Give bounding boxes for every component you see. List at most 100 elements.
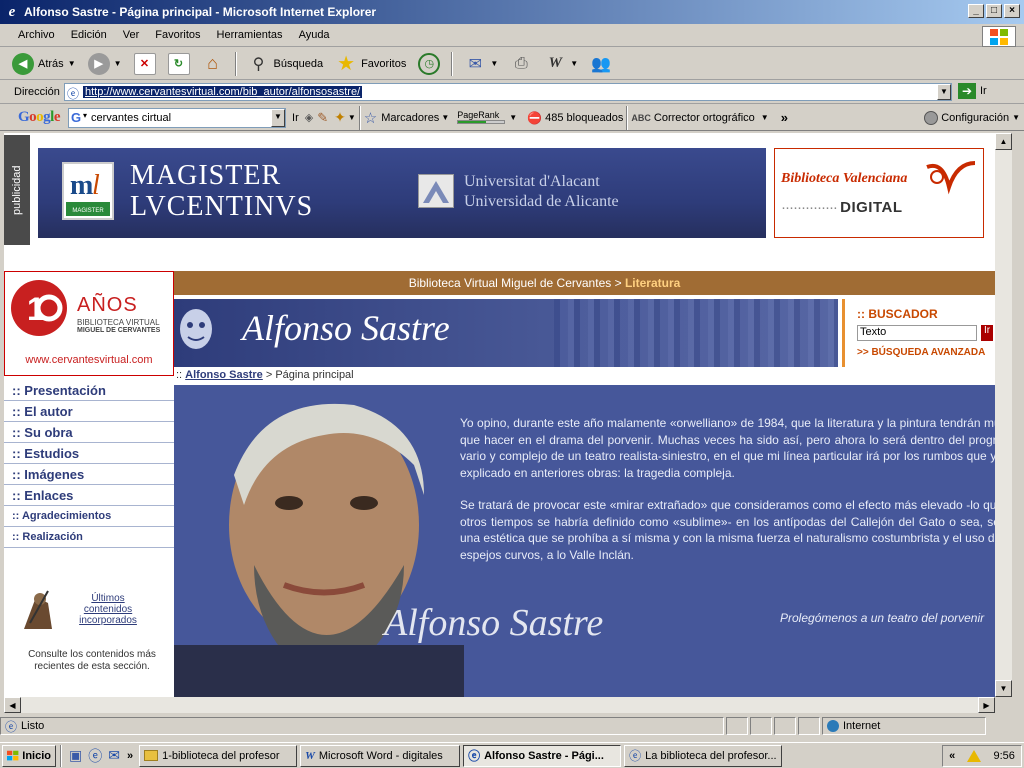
menu-ver[interactable]: Ver	[115, 29, 148, 41]
news-icon[interactable]: ✎	[317, 110, 328, 126]
spellcheck-button[interactable]: Corrector ortográfico	[654, 112, 755, 124]
home-button[interactable]: ⌂	[198, 50, 228, 78]
settings-button[interactable]: Configuración ▼	[924, 110, 1020, 125]
status-bar: ⓔ Listo Internet	[0, 715, 1024, 737]
messenger-icon: 👥	[591, 55, 612, 73]
scroll-up-button[interactable]: ▲	[995, 133, 1012, 150]
magister-title-line-1: MAGISTER	[130, 160, 282, 191]
author-portrait-image	[174, 385, 464, 697]
mail-button[interactable]: ✉ ▼	[460, 50, 502, 78]
messenger-button[interactable]: 👥	[586, 50, 616, 78]
google-search-dropdown[interactable]: ▼	[271, 108, 286, 127]
maximize-button[interactable]: □	[986, 4, 1002, 18]
taskbar-item-folder[interactable]: 1-biblioteca del profesor	[139, 744, 298, 767]
novedades-link[interactable]: Últimos contenidos incorporados	[68, 593, 148, 626]
nav-presentacion[interactable]: :: Presentación	[4, 380, 174, 401]
show-desktop-icon[interactable]: ▣	[69, 747, 82, 764]
ten-years-logo-icon: 1	[11, 280, 67, 336]
anos-label: AÑOS	[77, 294, 138, 316]
bvd-banner[interactable]: Biblioteca Valenciana ·············· DIG…	[774, 148, 984, 238]
history-button[interactable]: ◷	[414, 50, 444, 78]
popup-icon[interactable]: ✦	[334, 109, 346, 126]
address-input[interactable]: ⓔ http://www.cervantesvirtual.com/bib_au…	[64, 83, 952, 101]
site-url-link[interactable]: www.cervantesvirtual.com	[5, 354, 173, 366]
advanced-search-link[interactable]: >> BÚSQUEDA AVANZADA	[857, 347, 985, 358]
anos-sub-2: MIGUEL DE CERVANTES	[77, 327, 161, 334]
horizontal-scrollbar[interactable]: ◀ ▶	[4, 697, 995, 713]
back-button[interactable]: ◀ Atrás ▼	[8, 50, 80, 78]
scroll-down-button[interactable]: ▼	[995, 680, 1012, 697]
menu-edicion[interactable]: Edición	[63, 29, 115, 41]
start-button[interactable]: Inicio	[2, 744, 56, 767]
google-options-icon[interactable]: ◈	[305, 111, 313, 124]
ie-icon: ⓔ	[629, 749, 642, 763]
left-navigation: 1 AÑOS BIBLIOTECA VIRTUAL MIGUEL DE CERV…	[4, 271, 174, 697]
nav-estudios[interactable]: :: Estudios	[4, 443, 174, 464]
menu-favoritos[interactable]: Favoritos	[147, 29, 208, 41]
google-go-button[interactable]: Ir	[292, 112, 299, 124]
taskbar-item-word-label: Microsoft Word - digitales	[318, 749, 443, 762]
menu-ayuda[interactable]: Ayuda	[291, 29, 338, 41]
nav-realizacion[interactable]: :: Realización	[4, 527, 174, 548]
anos-logo[interactable]: 1 AÑOS BIBLIOTECA VIRTUAL MIGUEL DE CERV…	[4, 271, 174, 376]
page-crumb-author-link[interactable]: Alfonso Sastre	[185, 369, 263, 381]
nav-enlaces[interactable]: :: Enlaces	[4, 485, 174, 506]
refresh-icon: ↻	[167, 52, 190, 75]
nav-el-autor[interactable]: :: El autor	[4, 401, 174, 422]
title-bar: e Alfonso Sastre - Página principal - Mi…	[0, 0, 1024, 24]
warning-icon[interactable]	[967, 750, 982, 762]
popups-blocked-button[interactable]: 485 bloqueados	[545, 112, 623, 124]
menu-herramientas[interactable]: Herramientas	[209, 29, 291, 41]
author-quote: Yo opino, durante este año malamente «or…	[460, 415, 995, 579]
more-chevron-icon[interactable]: »	[781, 110, 788, 125]
status-segment	[750, 717, 772, 735]
magister-banner[interactable]: m l MAGISTER MAGISTER LVCENTINVS Univers…	[38, 148, 766, 238]
pagerank-indicator[interactable]: PageRank	[457, 110, 506, 124]
quicklaunch-more-icon[interactable]: »	[127, 750, 133, 762]
bookmarks-button[interactable]: Marcadores	[381, 112, 439, 124]
buscador-input[interactable]: Texto	[857, 325, 977, 341]
taskbar-item-ie-2[interactable]: ⓔ La biblioteca del profesor...	[624, 744, 783, 767]
print-button[interactable]: ⎙	[506, 50, 536, 78]
pagerank-label: PageRank	[457, 110, 500, 120]
ie-quicklaunch-icon[interactable]: ⓔ	[88, 746, 102, 766]
nav-agradecimientos[interactable]: :: Agradecimientos	[4, 506, 174, 527]
scroll-track[interactable]	[995, 150, 1012, 680]
forward-button[interactable]: ▶ ▼	[84, 50, 126, 78]
ie-icon: e	[8, 3, 16, 20]
window-title: Alfonso Sastre - Página principal - Micr…	[24, 5, 377, 19]
menu-archivo[interactable]: Archivo	[10, 29, 63, 41]
favorites-button[interactable]: ★ Favoritos	[331, 50, 410, 78]
google-logo[interactable]: Google	[18, 109, 61, 126]
google-search-input[interactable]: G ▾ cervantes cirtual ▼	[68, 107, 287, 128]
taskbar-item-ie-active[interactable]: ⓔ Alfonso Sastre - Pági...	[463, 744, 622, 767]
menu-bar: Archivo Edición Ver Favoritos Herramient…	[0, 24, 1024, 47]
vertical-scrollbar[interactable]: ▲ ▼	[995, 133, 1012, 697]
address-dropdown[interactable]: ▼	[937, 84, 951, 100]
outlook-quicklaunch-icon[interactable]: ✉	[108, 747, 120, 764]
bvd-line-2: ·············· DIGITAL	[781, 199, 903, 216]
go-button[interactable]: ➔ Ir	[958, 83, 987, 99]
tray-expand-icon[interactable]: «	[949, 750, 955, 762]
favorites-label: Favoritos	[361, 57, 407, 70]
buscador-go-button[interactable]: Ir	[981, 325, 993, 341]
scroll-right-button[interactable]: ▶	[978, 697, 995, 713]
search-button[interactable]: ⚲ Búsqueda	[244, 50, 328, 78]
ad-tab-label: publicidad	[4, 135, 30, 245]
close-button[interactable]: ×	[1004, 4, 1020, 18]
scroll-left-button[interactable]: ◀	[4, 697, 21, 713]
refresh-button[interactable]: ↻	[164, 50, 194, 78]
chevron-down-icon: ▼	[509, 113, 518, 122]
stop-button[interactable]: ✕	[130, 50, 160, 78]
nav-imagenes[interactable]: :: Imágenes	[4, 464, 174, 485]
address-bar: Dirección ⓔ http://www.cervantesvirtual.…	[0, 81, 1024, 104]
breadcrumb-main[interactable]: Biblioteca Virtual Miguel de Cervantes >	[409, 276, 622, 290]
browser-window: e Alfonso Sastre - Página principal - Mi…	[0, 0, 1024, 742]
taskbar-item-word[interactable]: W Microsoft Word - digitales	[300, 744, 461, 767]
minimize-button[interactable]: _	[968, 4, 984, 18]
popup-blocker-icon: ⛔	[527, 110, 543, 125]
google-g-icon: G	[71, 109, 82, 125]
breadcrumb-section[interactable]: Literatura	[625, 276, 680, 290]
nav-su-obra[interactable]: :: Su obra	[4, 422, 174, 443]
edit-word-button[interactable]: W ▼	[540, 50, 582, 78]
